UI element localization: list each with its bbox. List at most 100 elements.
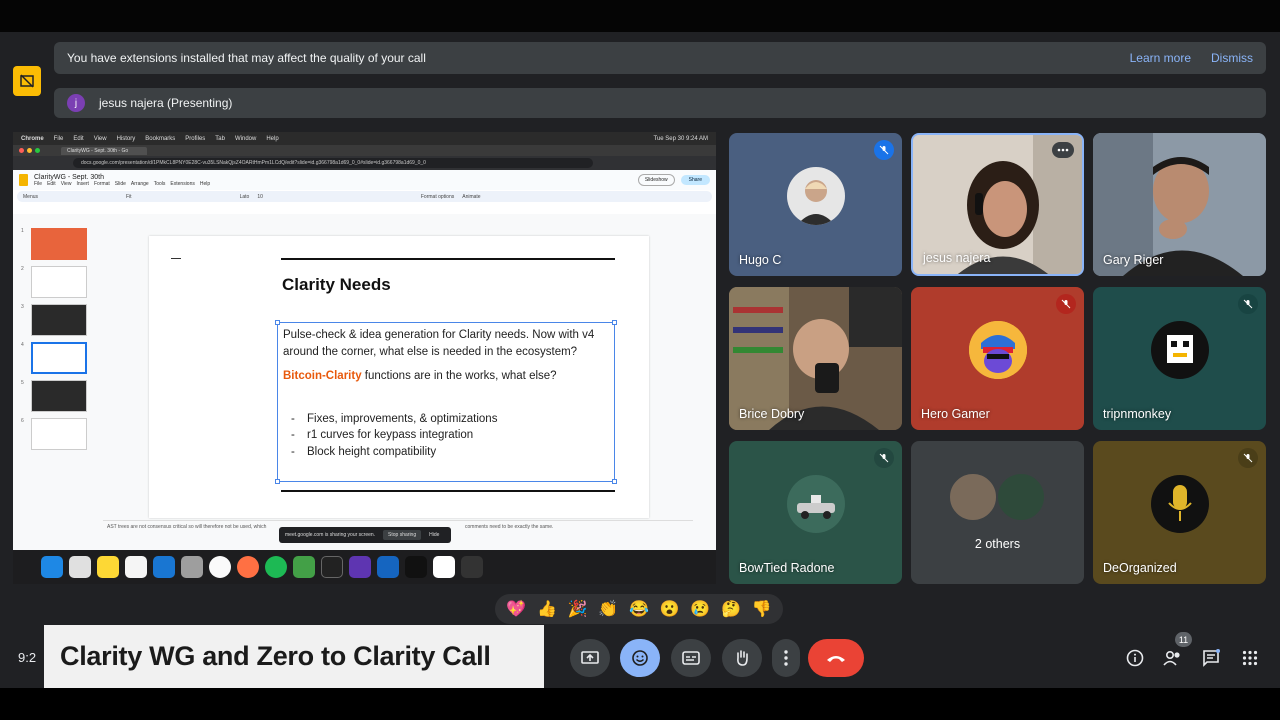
extensions-warning-banner: You have extensions installed that may a…: [54, 42, 1266, 74]
slide-paragraph-1: Pulse-check & idea generation for Clarit…: [283, 329, 595, 358]
participant-tile-deorganized[interactable]: DeOrganized: [1093, 441, 1266, 584]
participant-name: Gary Riger: [1103, 253, 1164, 267]
more-options-icon[interactable]: [1052, 142, 1074, 158]
messages-icon: [293, 556, 315, 578]
doc-menu-item: Help: [199, 180, 211, 187]
shared-screen[interactable]: Chrome File Edit View History Bookmarks …: [13, 132, 716, 550]
stream-title-overlay: Clarity WG and Zero to Clarity Call: [44, 625, 544, 688]
app-icon: [461, 556, 483, 578]
stop-sharing-button: Stop sharing: [383, 530, 422, 540]
reaction-heart[interactable]: 💖: [506, 599, 526, 619]
participant-name: Hugo C: [739, 253, 782, 267]
emoji-icon: [632, 650, 648, 666]
browser-tabstrip: ClarityWG - Sept. 30th - Go: [13, 145, 716, 156]
resize-handle: [612, 320, 617, 325]
slide-bullet: - Fixes, improvements, & optimizations: [291, 412, 498, 425]
reactions-button[interactable]: [620, 639, 660, 677]
slide-number: 4: [21, 342, 24, 348]
mic-off-icon: [874, 140, 894, 160]
slides-logo-icon: [19, 174, 28, 186]
top-black-bar: [0, 0, 1280, 32]
presenter-avatar: j: [67, 94, 85, 112]
launchpad-icon: [69, 556, 91, 578]
slide-paragraph-2: Bitcoin-Clarity functions are in the wor…: [283, 368, 609, 385]
presenting-label: jesus najera (Presenting): [99, 96, 233, 110]
extension-warning-icon[interactable]: [13, 66, 41, 96]
people-icon[interactable]: [1161, 646, 1185, 670]
slides-header: ClarityWG - Sept. 30th File Edit View In…: [13, 170, 716, 190]
obsidian-icon: [349, 556, 371, 578]
participant-name: 2 others: [974, 537, 1021, 551]
chrome-icon: [209, 556, 231, 578]
slack-icon: [433, 556, 455, 578]
slide-number: 5: [21, 380, 24, 386]
slide-bullet: - Block height compatibility: [291, 445, 437, 458]
reaction-thinking[interactable]: 🤔: [721, 599, 741, 619]
notes-text: AST trees are not consensus critical so …: [107, 524, 267, 530]
captions-button[interactable]: [671, 639, 711, 677]
slide-thumb: [31, 266, 87, 298]
hide-button: Hide: [429, 532, 440, 538]
meeting-info-icon[interactable]: [1123, 646, 1147, 670]
participant-name: DeOrganized: [1103, 561, 1177, 575]
participant-tile-hero-gamer[interactable]: Hero Gamer: [911, 287, 1084, 430]
doc-menu-item: View: [60, 180, 72, 187]
reaction-thumbs-down[interactable]: 👎: [752, 599, 772, 619]
present-screen-button[interactable]: [570, 639, 610, 677]
activities-icon[interactable]: [1238, 646, 1262, 670]
participant-tile-bowtied-radone[interactable]: BowTied Radone: [729, 441, 902, 584]
slide-canvas: Clarity Needs Pulse-check & idea generat…: [149, 236, 649, 518]
mic-off-icon: [1056, 294, 1076, 314]
vscode-icon: [377, 556, 399, 578]
doc-menu-item: Insert: [76, 180, 89, 187]
hand-icon: [737, 650, 748, 666]
reaction-laugh[interactable]: 😂: [629, 599, 649, 619]
bullet-text: r1 curves for keypass integration: [307, 429, 474, 441]
raise-hand-button[interactable]: [722, 639, 762, 677]
participant-avatar: [786, 166, 845, 225]
reaction-party[interactable]: 🎉: [568, 599, 588, 619]
participant-tile-gary[interactable]: Gary Riger: [1093, 133, 1266, 276]
doc-menu-item: Tools: [153, 180, 166, 187]
doc-menu: File Edit View Insert Format Slide Arran…: [34, 181, 210, 187]
doc-title: ClarityWG - Sept. 30th: [34, 173, 105, 181]
firefox-icon: [237, 556, 259, 578]
slide-number: 6: [21, 418, 24, 424]
learn-more-link[interactable]: Learn more: [1130, 51, 1191, 65]
mac-menu-item: View: [93, 135, 107, 142]
mic-off-icon: [874, 448, 894, 468]
slide-thumb: [31, 304, 87, 336]
participant-avatar: [786, 474, 845, 533]
bullet-text: Block height compatibility: [307, 445, 437, 458]
figma-icon: [405, 556, 427, 578]
resize-handle: [612, 479, 617, 484]
mac-menu-item: Bookmarks: [145, 135, 176, 142]
leave-call-button[interactable]: [808, 639, 864, 677]
slideshow-button: Slideshow: [637, 174, 675, 186]
participant-tile-others[interactable]: 2 others: [911, 441, 1084, 584]
participant-tile-hugo[interactable]: Hugo C: [729, 133, 902, 276]
mac-menu-item: Chrome: [21, 135, 44, 142]
dismiss-button[interactable]: Dismiss: [1211, 51, 1253, 65]
present-icon: [581, 651, 599, 664]
reactions-bar: 💖 👍 🎉 👏 😂 😮 😢 🤔 👎: [495, 594, 783, 624]
reaction-surprised[interactable]: 😮: [660, 599, 680, 619]
chat-icon[interactable]: [1199, 646, 1223, 670]
slide-thumb-selected: [31, 342, 87, 374]
resize-handle: [275, 479, 280, 484]
bottom-black-bar: [0, 688, 1280, 720]
toolbar-item: Animate: [462, 193, 481, 200]
hang-up-icon: [827, 656, 845, 662]
doc-menu-item: Slide: [114, 180, 126, 187]
doc-menu-item: Arrange: [130, 180, 149, 187]
participant-tile-brice[interactable]: Brice Dobry: [729, 287, 902, 430]
reaction-thumbs-up[interactable]: 👍: [537, 599, 557, 619]
more-options-button[interactable]: [772, 639, 800, 677]
reaction-sad[interactable]: 😢: [690, 599, 710, 619]
slide-thumbnails: 1 2 3 4 5 6: [17, 214, 99, 504]
doc-menu-item: File: [34, 180, 43, 187]
reaction-clap[interactable]: 👏: [598, 599, 618, 619]
participant-tile-jesus[interactable]: jesus najera: [911, 133, 1084, 276]
participant-tile-tripnmonkey[interactable]: tripnmonkey: [1093, 287, 1266, 430]
finder-icon: [41, 556, 63, 578]
